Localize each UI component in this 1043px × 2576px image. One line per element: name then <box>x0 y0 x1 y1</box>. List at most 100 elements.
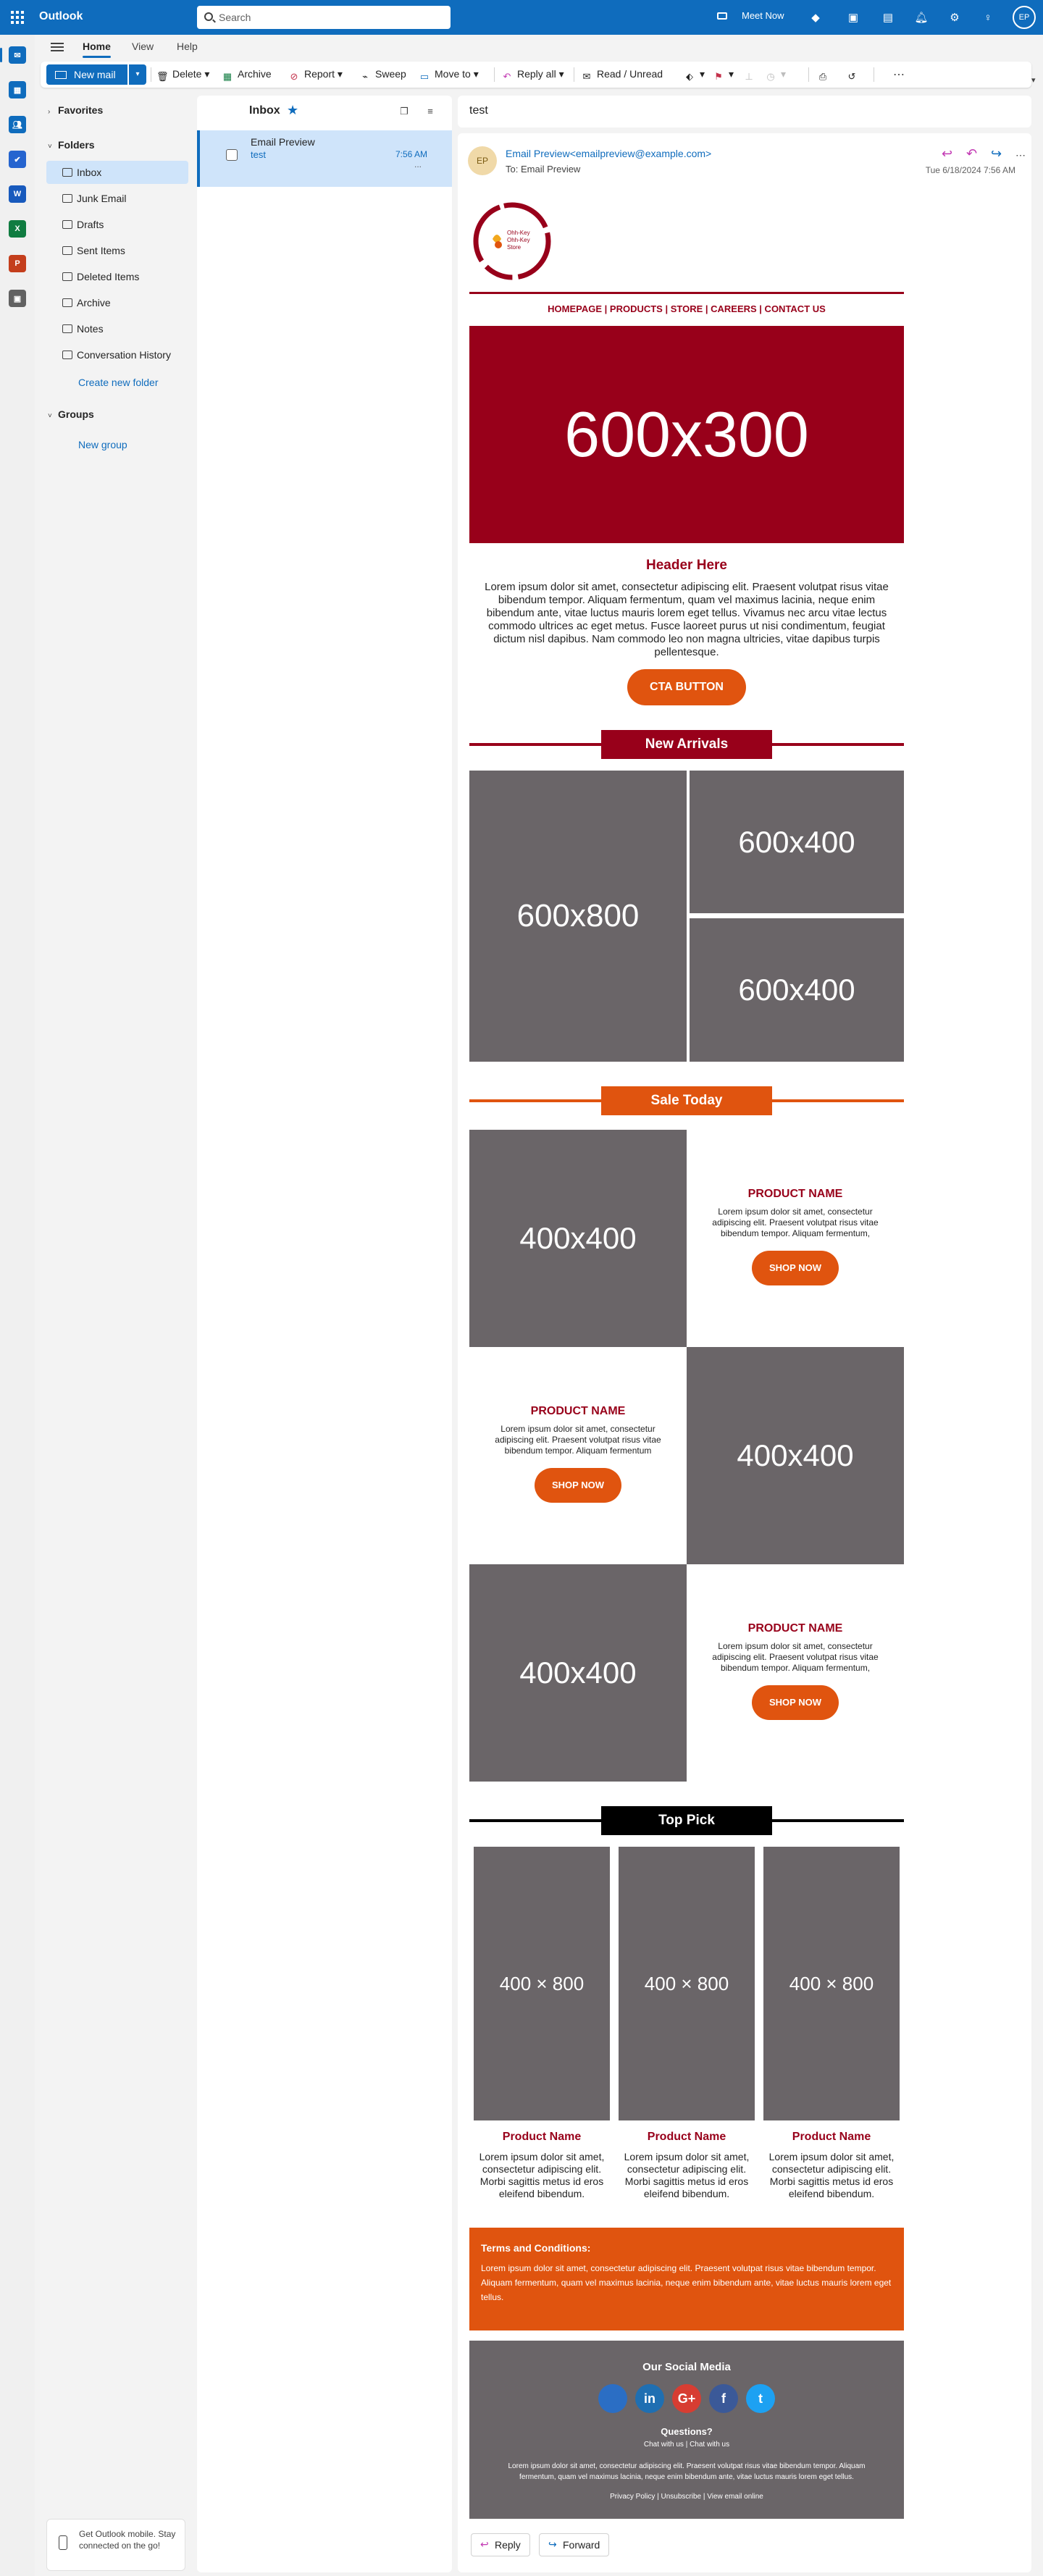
email-nav-links[interactable]: HOMEPAGE | PRODUCTS | STORE | CAREERS | … <box>469 303 904 314</box>
top-pick-name: Product Name <box>792 2131 871 2143</box>
googleplus-icon[interactable]: G+ <box>672 2384 701 2413</box>
twitter-icon[interactable]: t <box>746 2384 775 2413</box>
people-icon[interactable]: 👥︎ <box>9 116 26 133</box>
message-checkbox[interactable] <box>226 149 238 161</box>
facebook-icon[interactable]: f <box>709 2384 738 2413</box>
folder-conversation-history[interactable]: Conversation History <box>46 343 188 366</box>
new-group-link[interactable]: New group <box>78 439 127 450</box>
message-list: Inbox ★ ❐ ≡ Email Preview test 7:56 AM .… <box>197 96 452 2572</box>
more-actions-icon[interactable]: ⋯ <box>1015 149 1026 161</box>
shop-now-button[interactable]: SHOP NOW <box>535 1468 621 1503</box>
forward-icon[interactable]: ↪ <box>991 146 1002 161</box>
read-unread-button[interactable]: ✉ Read / Unread <box>581 68 663 83</box>
footer-links[interactable]: Privacy Policy | Unsubscribe | View emai… <box>469 2493 904 2501</box>
reply-all-button[interactable]: ↶ Reply all ▾ <box>501 68 564 83</box>
pin-button[interactable]: ⊥ <box>743 68 759 83</box>
groups-label: Groups <box>58 408 94 420</box>
word-icon[interactable]: W <box>9 185 26 203</box>
chevron-down-icon[interactable]: ▾ <box>1031 75 1036 85</box>
sender-name[interactable]: Email Preview<emailpreview@example.com> <box>506 148 711 159</box>
sweep-button[interactable]: ⌁ Sweep <box>359 68 406 83</box>
reply-icon[interactable]: ↩ <box>942 146 952 161</box>
phone-icon <box>59 2535 67 2550</box>
print-button[interactable]: ⎙ <box>817 68 833 83</box>
sender-avatar[interactable]: EP <box>468 146 497 175</box>
outlook-mobile-promo[interactable]: Get Outlook mobile. Stay connected on th… <box>46 2519 185 2571</box>
mail-icon[interactable]: ✉ <box>0 46 26 64</box>
reply-all-icon[interactable]: ↶ <box>966 146 977 161</box>
sale-image-placeholder: 400x400 <box>687 1347 904 1564</box>
logo-text-3: Store <box>507 244 522 251</box>
select-icon[interactable]: ❐ <box>398 106 410 117</box>
shop-now-button[interactable]: SHOP NOW <box>752 1685 839 1720</box>
tab-view[interactable]: View <box>132 41 154 52</box>
recipient-name[interactable]: Email Preview <box>521 164 580 175</box>
app-name[interactable]: Outlook <box>39 10 83 23</box>
my-day-icon[interactable]: ▤ <box>881 10 895 25</box>
shop-now-button[interactable]: SHOP NOW <box>752 1251 839 1285</box>
move-to-button[interactable]: ▭ Move to ▾ <box>419 68 479 83</box>
groups-header[interactable]: ˅ Groups <box>48 408 94 420</box>
terms-block: Terms and Conditions: Lorem ipsum dolor … <box>469 2228 904 2330</box>
create-new-folder-link[interactable]: Create new folder <box>78 377 159 388</box>
search-input[interactable]: Search <box>197 6 451 29</box>
folder-label: Sent Items <box>77 245 125 256</box>
tag-button[interactable]: ⬖ ▾ <box>684 68 705 83</box>
video-camera-icon[interactable] <box>717 12 727 20</box>
folder-icon <box>62 351 72 359</box>
settings-icon[interactable]: ⚙ <box>947 10 962 25</box>
subject-bar: test <box>458 96 1031 127</box>
chat-links[interactable]: Chat with us | Chat with us <box>469 2441 904 2449</box>
app-launcher-icon[interactable] <box>9 9 26 26</box>
filter-icon[interactable]: ≡ <box>424 106 436 117</box>
more-options-icon[interactable]: ⋯ <box>893 67 905 82</box>
notifications-icon[interactable]: 🔔︎ <box>914 10 929 25</box>
report-button[interactable]: ⊘ Report ▾ <box>288 68 343 83</box>
linkedin-icon[interactable]: in <box>635 2384 664 2413</box>
teams-icon[interactable]: ◆ <box>808 10 823 25</box>
undo-button[interactable]: ↺ <box>846 68 862 83</box>
favorite-star-icon[interactable]: ★ <box>287 103 298 118</box>
tab-home[interactable]: Home <box>83 41 111 58</box>
folder-label: Inbox <box>77 167 102 178</box>
message-sender: Email Preview <box>251 136 315 148</box>
folder-deleted-items[interactable]: Deleted Items <box>46 265 188 288</box>
product-description: Lorem ipsum dolor sit amet, consectetur … <box>712 1207 879 1238</box>
word-icon[interactable]: ▣ <box>846 10 860 25</box>
print-icon: ⎙ <box>818 71 827 82</box>
folder-junk-email[interactable]: Junk Email <box>46 187 188 210</box>
menu-icon[interactable] <box>51 43 64 51</box>
forward-button[interactable]: ↪ Forward <box>539 2533 610 2556</box>
excel-icon[interactable]: X <box>9 220 26 238</box>
archive-label: Archive <box>238 68 272 80</box>
flag-button[interactable]: ⚑ ▾ <box>713 68 734 83</box>
new-mail-dropdown[interactable]: ▾ <box>129 64 146 85</box>
account-avatar[interactable]: EP <box>1013 6 1036 29</box>
delete-button[interactable]: 🗑︎ Delete ▾ <box>156 68 209 83</box>
new-mail-label: New mail <box>74 69 116 80</box>
tab-help[interactable]: Help <box>177 41 198 52</box>
archive-button[interactable]: ▦ Archive <box>222 68 272 83</box>
cta-button[interactable]: CTA BUTTON <box>627 669 746 705</box>
folder-sent-items[interactable]: Sent Items <box>46 239 188 262</box>
folder-archive[interactable]: Archive <box>46 291 188 314</box>
message-item[interactable]: Email Preview test 7:56 AM ... <box>197 130 452 187</box>
meet-now-button[interactable]: Meet Now <box>742 10 784 21</box>
folders-header[interactable]: ˅ Folders <box>48 139 95 151</box>
tips-icon[interactable]: ♀ <box>981 10 995 25</box>
folder-move-icon: ▭ <box>419 71 430 82</box>
new-mail-button[interactable]: New mail <box>46 64 127 85</box>
archive-icon: ▦ <box>222 71 233 82</box>
snooze-button[interactable]: ◷ ▾ <box>765 68 786 83</box>
github-icon[interactable] <box>598 2384 627 2413</box>
apps-icon[interactable]: ▣ <box>9 290 26 307</box>
todo-icon[interactable]: ✔ <box>9 151 26 168</box>
folder-notes[interactable]: Notes <box>46 317 188 340</box>
powerpoint-icon[interactable]: P <box>9 255 26 272</box>
folder-inbox[interactable]: Inbox <box>46 161 188 184</box>
reply-button[interactable]: ↩ Reply <box>471 2533 530 2556</box>
favorites-header[interactable]: › Favorites <box>48 104 103 116</box>
sale-image-placeholder: 400x400 <box>469 1564 687 1782</box>
calendar-icon[interactable]: ▦ <box>9 81 26 98</box>
folder-drafts[interactable]: Drafts <box>46 213 188 236</box>
